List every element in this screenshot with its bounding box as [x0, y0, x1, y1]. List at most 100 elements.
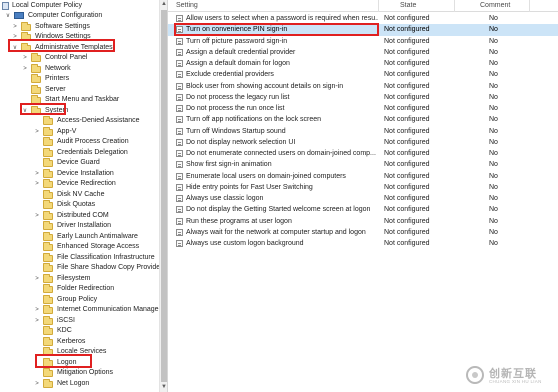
expand-chevron-icon[interactable]: > — [33, 169, 41, 180]
policy-row[interactable]: Do not process the run once list Not conf… — [168, 103, 558, 114]
policy-row[interactable]: Block user from showing account details … — [168, 81, 558, 92]
watermark-logo: 创新互联 CHUANG XIN HU LIAN — [466, 363, 556, 389]
policy-row[interactable]: Do not process the legacy run list Not co… — [168, 92, 558, 103]
folder-icon — [43, 221, 53, 230]
tree-node-label: Internet Communication Manage — [57, 306, 159, 313]
tree-node[interactable]: KDC — [33, 326, 159, 337]
column-header-setting[interactable]: Setting — [176, 2, 198, 9]
policy-row[interactable]: Turn off picture password sign-in Not con… — [168, 36, 558, 47]
tree-node[interactable]: File Share Shadow Copy Provider — [33, 263, 159, 274]
expand-chevron-icon[interactable]: > — [33, 316, 41, 327]
expand-chevron-icon[interactable]: > — [11, 22, 19, 33]
expand-chevron-icon[interactable]: > — [33, 211, 41, 222]
scroll-up-arrow-icon[interactable]: ▲ — [161, 0, 167, 8]
tree-node[interactable]: > Software Settings — [11, 21, 159, 33]
tree-node[interactable]: File Classification Infrastructure — [33, 252, 159, 264]
column-header-comment[interactable]: Comment — [480, 2, 510, 9]
tree-node-label: Network — [45, 64, 71, 72]
tree-node[interactable]: > iSCSI — [33, 315, 159, 327]
expand-chevron-icon[interactable]: > — [33, 305, 41, 316]
tree-node[interactable]: > Net Logon — [33, 378, 159, 390]
tree-node[interactable]: > Device Installation — [33, 168, 159, 180]
tree-node[interactable]: > Control Panel — [21, 53, 159, 64]
expand-chevron-icon[interactable]: > — [21, 64, 29, 75]
policy-comment: No — [489, 15, 498, 22]
tree-node[interactable]: > Device Redirection — [33, 179, 159, 190]
tree-node-label: Access-Denied Assistance — [57, 117, 140, 124]
tree-node[interactable]: Device Guard — [33, 158, 159, 169]
column-divider[interactable] — [378, 0, 379, 12]
tree-node-label: Software Settings — [35, 22, 90, 30]
policy-comment: No — [489, 228, 498, 236]
policy-row[interactable]: Assign a default credential provider Not … — [168, 47, 558, 58]
scroll-thumb[interactable] — [161, 10, 167, 382]
policy-row[interactable]: Do not display network selection UI Not c… — [168, 137, 558, 148]
policy-row[interactable]: Hide entry points for Fast User Switchin… — [168, 182, 558, 193]
policy-setting-name: Always wait for the network at computer … — [186, 228, 366, 236]
expand-chevron-icon[interactable]: > — [33, 274, 41, 285]
policy-comment: No — [489, 26, 498, 34]
tree-node[interactable]: > Network — [21, 63, 159, 75]
column-divider[interactable] — [454, 0, 455, 12]
column-header-state[interactable]: State — [400, 2, 416, 9]
policy-setting-name: Always use custom logon background — [186, 240, 304, 247]
tree-node[interactable]: Enhanced Storage Access — [33, 242, 159, 253]
policy-row[interactable]: Show first sign-in animation Not configur… — [168, 159, 558, 170]
policy-row[interactable]: Turn off Windows Startup sound Not config… — [168, 126, 558, 137]
policy-row[interactable]: Do not enumerate connected users on doma… — [168, 148, 558, 159]
policy-row[interactable]: Always use classic logon Not configured No — [168, 193, 558, 204]
tree-node[interactable]: > Distributed COM — [33, 210, 159, 222]
policy-state: Not configured — [384, 161, 430, 169]
collapse-chevron-icon[interactable]: ∨ — [4, 11, 12, 22]
column-divider[interactable] — [529, 0, 530, 12]
policy-row[interactable]: Enumerate local users on domain-joined c… — [168, 171, 558, 182]
tree-node[interactable]: Group Policy — [33, 294, 159, 306]
policy-state: Not configured — [384, 71, 430, 79]
tree-scrollbar[interactable]: ▲ ▼ — [159, 0, 168, 392]
tree-node-label: Audit Process Creation — [57, 138, 129, 145]
tree-node[interactable]: Credentials Delegation — [33, 147, 159, 159]
tree-node[interactable]: Access-Denied Assistance — [33, 116, 159, 127]
tree-node[interactable]: Driver Installation — [33, 221, 159, 232]
policy-state: Not configured — [384, 195, 430, 202]
policy-row[interactable]: Always wait for the network at computer … — [168, 227, 558, 238]
tree-node[interactable]: Server — [21, 84, 159, 96]
tree-node[interactable]: > Filesystem — [33, 273, 159, 285]
policy-setting-name: Do not display network selection UI — [186, 138, 296, 146]
tree-node[interactable]: Disk Quotas — [33, 200, 159, 211]
tree-node[interactable]: Folder Redirection — [33, 284, 159, 295]
policy-row[interactable]: Run these programs at user logon Not conf… — [168, 216, 558, 227]
tree-node-label: File Classification Infrastructure — [57, 253, 155, 261]
tree-node[interactable]: > App-V — [33, 126, 159, 138]
expand-chevron-icon[interactable]: > — [33, 179, 41, 190]
tree-node[interactable]: Printers — [21, 74, 159, 85]
expand-chevron-icon[interactable]: > — [33, 127, 41, 138]
tree-node[interactable]: Local Computer Policy — [1, 1, 159, 12]
policy-setting-icon — [176, 71, 183, 79]
tree-node-label: Kerberos — [57, 337, 86, 345]
policy-row[interactable]: Turn off app notifications on the lock s… — [168, 114, 558, 125]
tree-node[interactable]: ∨ Computer Configuration — [4, 11, 159, 22]
tree-node-label: Device Installation — [57, 169, 114, 177]
tree-node[interactable]: Kerberos — [33, 336, 159, 348]
tree-node-label: Server — [45, 85, 66, 93]
tree-node[interactable]: Early Launch Antimalware — [33, 231, 159, 243]
policy-setting-icon — [176, 195, 183, 202]
policy-setting-name: Assign a default credential provider — [186, 48, 296, 56]
tree-pane[interactable]: Local Computer Policy ∨ Computer Configura… — [0, 0, 159, 392]
policy-row[interactable]: Assign a default domain for logon Not con… — [168, 58, 558, 69]
tree-node[interactable]: Mitigation Options — [33, 368, 159, 379]
tree-node[interactable]: Audit Process Creation — [33, 137, 159, 148]
expand-chevron-icon[interactable]: > — [33, 379, 41, 390]
policy-setting-icon — [176, 228, 183, 236]
tree-node[interactable]: Disk NV Cache — [33, 189, 159, 201]
policy-state: Not configured — [384, 206, 430, 214]
scroll-down-arrow-icon[interactable]: ▼ — [161, 383, 167, 391]
folder-icon — [43, 315, 53, 325]
tree-node[interactable]: > Internet Communication Manage — [33, 305, 159, 316]
folder-icon — [43, 126, 53, 136]
policy-row[interactable]: Exclude credential providers Not configur… — [168, 69, 558, 80]
policy-row[interactable]: Always use custom logon background Not co… — [168, 238, 558, 249]
policy-row[interactable]: Do not display the Getting Started welco… — [168, 204, 558, 215]
expand-chevron-icon[interactable]: > — [21, 53, 29, 64]
